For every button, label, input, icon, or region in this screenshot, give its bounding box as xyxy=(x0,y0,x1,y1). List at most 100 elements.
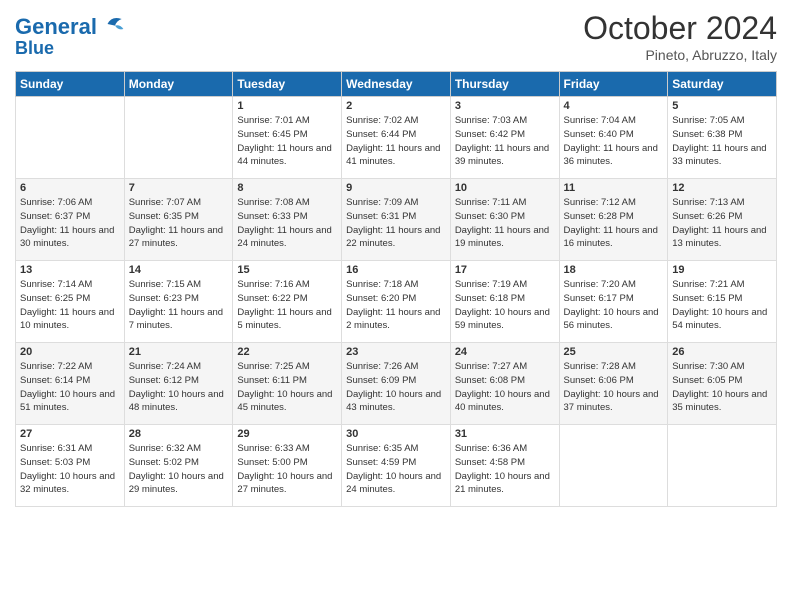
day-info: Sunrise: 6:31 AMSunset: 5:03 PMDaylight:… xyxy=(20,442,120,497)
header-day-sunday: Sunday xyxy=(16,72,125,97)
day-info: Sunrise: 7:05 AMSunset: 6:38 PMDaylight:… xyxy=(672,114,772,169)
day-info: Sunrise: 7:03 AMSunset: 6:42 PMDaylight:… xyxy=(455,114,555,169)
day-info: Sunrise: 7:30 AMSunset: 6:05 PMDaylight:… xyxy=(672,360,772,415)
day-info: Sunrise: 7:09 AMSunset: 6:31 PMDaylight:… xyxy=(346,196,446,251)
week-row-1: 6Sunrise: 7:06 AMSunset: 6:37 PMDaylight… xyxy=(16,179,777,261)
header-day-thursday: Thursday xyxy=(450,72,559,97)
day-info: Sunrise: 7:04 AMSunset: 6:40 PMDaylight:… xyxy=(564,114,664,169)
week-row-0: 1Sunrise: 7:01 AMSunset: 6:45 PMDaylight… xyxy=(16,97,777,179)
calendar-cell: 5 Sunrise: 7:05 AMSunset: 6:38 PMDaylight… xyxy=(668,97,777,179)
calendar-cell: 14 Sunrise: 7:15 AMSunset: 6:23 PMDayligh… xyxy=(124,261,233,343)
day-number: 21 xyxy=(129,346,229,358)
day-info: Sunrise: 7:12 AMSunset: 6:28 PMDaylight:… xyxy=(564,196,664,251)
header-row: SundayMondayTuesdayWednesdayThursdayFrid… xyxy=(16,72,777,97)
calendar-cell: 9 Sunrise: 7:09 AMSunset: 6:31 PMDaylight… xyxy=(342,179,451,261)
day-number: 6 xyxy=(20,182,120,194)
day-info: Sunrise: 7:15 AMSunset: 6:23 PMDaylight:… xyxy=(129,278,229,333)
day-number: 29 xyxy=(237,428,337,440)
day-info: Sunrise: 7:26 AMSunset: 6:09 PMDaylight:… xyxy=(346,360,446,415)
day-number: 10 xyxy=(455,182,555,194)
day-number: 5 xyxy=(672,100,772,112)
day-number: 30 xyxy=(346,428,446,440)
day-number: 23 xyxy=(346,346,446,358)
calendar-cell: 22Sunrise: 7:25 AMSunset: 6:11 PMDayligh… xyxy=(233,343,342,425)
day-number: 31 xyxy=(455,428,555,440)
logo-blue: Blue xyxy=(15,39,125,59)
day-number: 9 xyxy=(346,182,446,194)
day-info: Sunrise: 6:32 AMSunset: 5:02 PMDaylight:… xyxy=(129,442,229,497)
calendar-cell: 11 Sunrise: 7:12 AMSunset: 6:28 PMDayligh… xyxy=(559,179,668,261)
day-number: 14 xyxy=(129,264,229,276)
calendar-cell: 2Sunrise: 7:02 AMSunset: 6:44 PMDaylight… xyxy=(342,97,451,179)
calendar-cell xyxy=(559,425,668,507)
calendar-cell xyxy=(124,97,233,179)
calendar-cell: 3 Sunrise: 7:03 AMSunset: 6:42 PMDaylight… xyxy=(450,97,559,179)
day-number: 18 xyxy=(564,264,664,276)
calendar-cell: 13 Sunrise: 7:14 AMSunset: 6:25 PMDayligh… xyxy=(16,261,125,343)
day-number: 15 xyxy=(237,264,337,276)
day-info: Sunrise: 7:28 AMSunset: 6:06 PMDaylight:… xyxy=(564,360,664,415)
calendar-cell: 20Sunrise: 7:22 AMSunset: 6:14 PMDayligh… xyxy=(16,343,125,425)
day-number: 12 xyxy=(672,182,772,194)
calendar-cell: 7 Sunrise: 7:07 AMSunset: 6:35 PMDaylight… xyxy=(124,179,233,261)
day-number: 17 xyxy=(455,264,555,276)
day-info: Sunrise: 7:27 AMSunset: 6:08 PMDaylight:… xyxy=(455,360,555,415)
header-day-monday: Monday xyxy=(124,72,233,97)
day-number: 28 xyxy=(129,428,229,440)
calendar-cell: 18 Sunrise: 7:20 AMSunset: 6:17 PMDayligh… xyxy=(559,261,668,343)
calendar-cell: 25 Sunrise: 7:28 AMSunset: 6:06 PMDayligh… xyxy=(559,343,668,425)
header-day-friday: Friday xyxy=(559,72,668,97)
calendar-table: SundayMondayTuesdayWednesdayThursdayFrid… xyxy=(15,71,777,507)
calendar-cell: 29 Sunrise: 6:33 AMSunset: 5:00 PMDayligh… xyxy=(233,425,342,507)
day-number: 3 xyxy=(455,100,555,112)
day-info: Sunrise: 7:14 AMSunset: 6:25 PMDaylight:… xyxy=(20,278,120,333)
week-row-4: 27 Sunrise: 6:31 AMSunset: 5:03 PMDayligh… xyxy=(16,425,777,507)
calendar-cell: 10 Sunrise: 7:11 AMSunset: 6:30 PMDayligh… xyxy=(450,179,559,261)
page: General Blue October 2024 Pineto, Abruzz… xyxy=(0,0,792,612)
day-number: 27 xyxy=(20,428,120,440)
day-number: 11 xyxy=(564,182,664,194)
calendar-cell: 15Sunrise: 7:16 AMSunset: 6:22 PMDayligh… xyxy=(233,261,342,343)
day-info: Sunrise: 7:21 AMSunset: 6:15 PMDaylight:… xyxy=(672,278,772,333)
calendar-cell: 4Sunrise: 7:04 AMSunset: 6:40 PMDaylight… xyxy=(559,97,668,179)
calendar-cell xyxy=(668,425,777,507)
day-number: 24 xyxy=(455,346,555,358)
calendar-cell: 27 Sunrise: 6:31 AMSunset: 5:03 PMDayligh… xyxy=(16,425,125,507)
day-info: Sunrise: 7:08 AMSunset: 6:33 PMDaylight:… xyxy=(237,196,337,251)
calendar-cell: 24 Sunrise: 7:27 AMSunset: 6:08 PMDayligh… xyxy=(450,343,559,425)
calendar-cell: 31 Sunrise: 6:36 AMSunset: 4:58 PMDayligh… xyxy=(450,425,559,507)
day-info: Sunrise: 7:11 AMSunset: 6:30 PMDaylight:… xyxy=(455,196,555,251)
logo: General Blue xyxy=(15,14,125,59)
calendar-cell: 30 Sunrise: 6:35 AMSunset: 4:59 PMDayligh… xyxy=(342,425,451,507)
day-number: 25 xyxy=(564,346,664,358)
calendar-cell: 12Sunrise: 7:13 AMSunset: 6:26 PMDayligh… xyxy=(668,179,777,261)
day-info: Sunrise: 7:22 AMSunset: 6:14 PMDaylight:… xyxy=(20,360,120,415)
day-number: 7 xyxy=(129,182,229,194)
calendar-cell: 19 Sunrise: 7:21 AMSunset: 6:15 PMDayligh… xyxy=(668,261,777,343)
title-block: October 2024 Pineto, Abruzzo, Italy xyxy=(583,10,777,63)
day-number: 2 xyxy=(346,100,446,112)
week-row-3: 20Sunrise: 7:22 AMSunset: 6:14 PMDayligh… xyxy=(16,343,777,425)
month-title: October 2024 xyxy=(583,10,777,47)
calendar-cell: 21Sunrise: 7:24 AMSunset: 6:12 PMDayligh… xyxy=(124,343,233,425)
day-info: Sunrise: 7:20 AMSunset: 6:17 PMDaylight:… xyxy=(564,278,664,333)
day-info: Sunrise: 6:35 AMSunset: 4:59 PMDaylight:… xyxy=(346,442,446,497)
day-info: Sunrise: 6:36 AMSunset: 4:58 PMDaylight:… xyxy=(455,442,555,497)
calendar-cell: 16Sunrise: 7:18 AMSunset: 6:20 PMDayligh… xyxy=(342,261,451,343)
day-number: 1 xyxy=(237,100,337,112)
calendar-cell: 8Sunrise: 7:08 AMSunset: 6:33 PMDaylight… xyxy=(233,179,342,261)
logo-text: General xyxy=(15,14,125,39)
day-number: 16 xyxy=(346,264,446,276)
calendar-cell xyxy=(16,97,125,179)
day-number: 19 xyxy=(672,264,772,276)
day-info: Sunrise: 6:33 AMSunset: 5:00 PMDaylight:… xyxy=(237,442,337,497)
calendar-cell: 1Sunrise: 7:01 AMSunset: 6:45 PMDaylight… xyxy=(233,97,342,179)
day-number: 22 xyxy=(237,346,337,358)
day-info: Sunrise: 7:19 AMSunset: 6:18 PMDaylight:… xyxy=(455,278,555,333)
week-row-2: 13 Sunrise: 7:14 AMSunset: 6:25 PMDayligh… xyxy=(16,261,777,343)
calendar-cell: 23 Sunrise: 7:26 AMSunset: 6:09 PMDayligh… xyxy=(342,343,451,425)
day-number: 13 xyxy=(20,264,120,276)
header-day-tuesday: Tuesday xyxy=(233,72,342,97)
logo-icon xyxy=(105,14,125,34)
day-info: Sunrise: 7:07 AMSunset: 6:35 PMDaylight:… xyxy=(129,196,229,251)
